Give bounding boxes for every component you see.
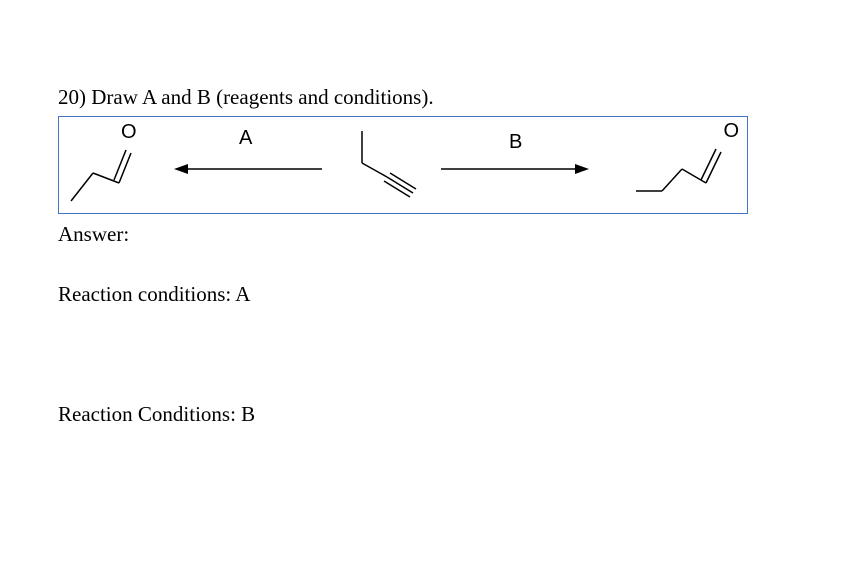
arrow-right-icon <box>439 159 589 179</box>
reaction-diagram-box: O A B <box>58 116 748 214</box>
arrow-left-icon <box>174 159 324 179</box>
oxygen-label-left: O <box>121 121 137 144</box>
oxygen-label-right: O <box>723 120 739 143</box>
question-text: 20) Draw A and B (reagents and condition… <box>58 85 792 110</box>
arrow-left <box>174 159 324 185</box>
reagent-label-a: A <box>239 127 252 150</box>
reaction-conditions-a: Reaction conditions: A <box>58 282 792 307</box>
reaction-conditions-b: Reaction Conditions: B <box>58 402 792 427</box>
answer-label: Answer: <box>58 222 792 247</box>
butanal-structure-icon <box>632 125 737 205</box>
question-prompt: Draw A and B (reagents and conditions). <box>91 85 433 109</box>
question-number: 20) <box>58 85 86 109</box>
reagent-label-b: B <box>509 131 522 154</box>
arrow-right <box>439 159 589 185</box>
molecule-butyne <box>349 127 424 213</box>
molecule-butanal <box>632 125 737 211</box>
butyne-structure-icon <box>349 127 424 207</box>
